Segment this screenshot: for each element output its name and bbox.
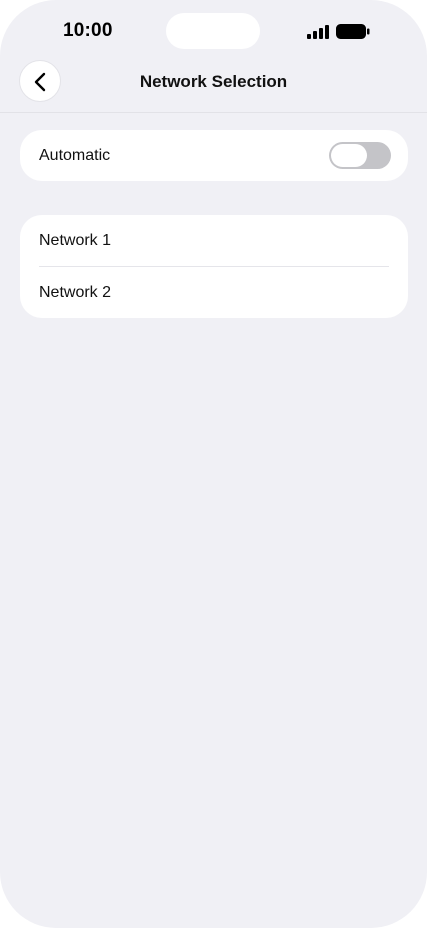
dynamic-island <box>166 13 260 49</box>
network-item-1[interactable]: Network 1 <box>20 215 408 266</box>
status-time: 10:00 <box>63 20 113 41</box>
navigation-bar: Network Selection <box>0 60 427 113</box>
page-title: Network Selection <box>139 72 288 91</box>
cellular-signal-icon <box>307 25 329 39</box>
automatic-toggle[interactable] <box>329 142 391 169</box>
status-bar: 10:00 <box>0 0 427 60</box>
toggle-knob <box>331 144 367 167</box>
phone-screen: 10:00 Network Selection Automatic Networ… <box>0 0 427 928</box>
battery-full-icon <box>336 24 370 39</box>
network-item-label: Network 2 <box>39 284 112 301</box>
network-item-label: Network 1 <box>39 232 112 249</box>
network-list: Network 1 Network 2 <box>20 215 408 318</box>
automatic-card: Automatic <box>20 130 408 181</box>
automatic-label: Automatic <box>39 147 111 164</box>
network-item-2[interactable]: Network 2 <box>20 267 408 318</box>
